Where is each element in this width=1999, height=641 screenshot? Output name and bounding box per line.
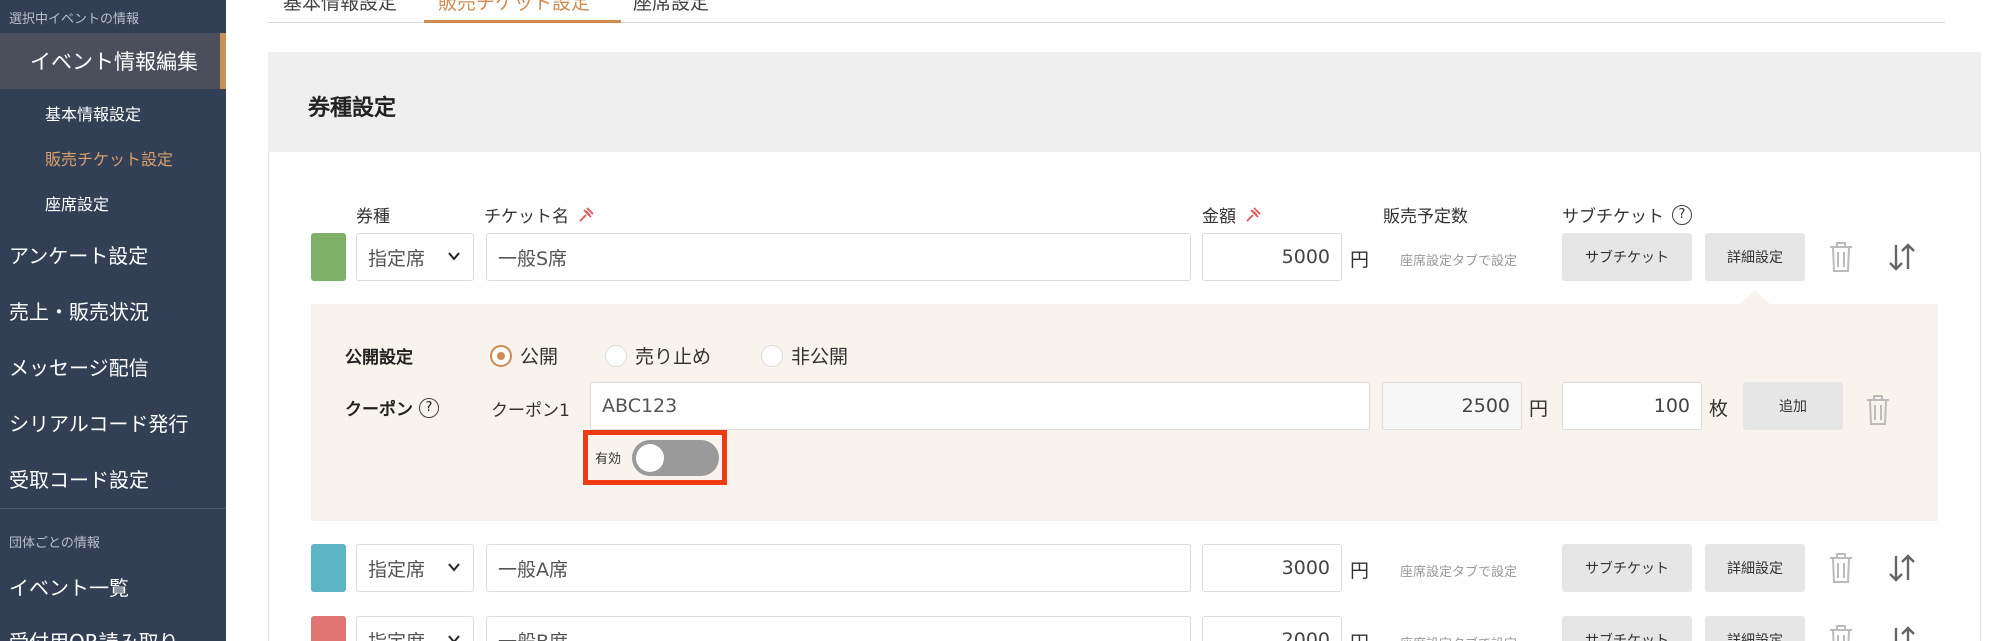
- sidebar-item-survey[interactable]: アンケート設定: [9, 240, 148, 269]
- row-color-swatch[interactable]: [311, 616, 346, 641]
- ticket-name-input[interactable]: 一般B席: [486, 616, 1191, 641]
- planned-hint: 座席設定タブで設定: [1400, 633, 1517, 641]
- ticket-type-select[interactable]: 指定席: [356, 544, 474, 592]
- coupon-count-unit: 枚: [1709, 398, 1729, 420]
- column-price: 金額: [1202, 202, 1262, 227]
- coupon-price-input[interactable]: 2500: [1382, 382, 1522, 430]
- chevron-down-icon: [448, 563, 460, 572]
- ticket-type-select[interactable]: 指定席: [356, 233, 474, 281]
- sidebar-item-message[interactable]: メッセージ配信: [9, 352, 149, 381]
- detail-settings-button[interactable]: 詳細設定: [1705, 233, 1805, 281]
- detail-caret: [1740, 290, 1770, 304]
- sidebar-item-receive-code[interactable]: 受取コード設定: [9, 464, 149, 493]
- detail-settings-button[interactable]: 詳細設定: [1705, 616, 1805, 641]
- trash-icon[interactable]: [1862, 392, 1894, 428]
- row-color-swatch[interactable]: [311, 233, 346, 281]
- detail-settings-button[interactable]: 詳細設定: [1705, 544, 1805, 592]
- radio-stop-sale[interactable]: 売り止め: [605, 342, 711, 369]
- sub-ticket-button[interactable]: サブチケット: [1562, 544, 1692, 592]
- radio-public[interactable]: 公開: [490, 342, 558, 369]
- column-sub: サブチケット ?: [1562, 202, 1692, 227]
- price-unit: 円: [1350, 249, 1370, 271]
- required-pin-icon: [1246, 206, 1261, 222]
- panel-header: [268, 52, 1981, 152]
- sidebar-subitem-ticket[interactable]: 販売チケット設定: [45, 146, 173, 170]
- coupon-count-input[interactable]: 100: [1562, 382, 1702, 430]
- tab-basic[interactable]: 基本情報設定: [283, 0, 397, 15]
- coupon-code-input[interactable]: ABC123: [590, 382, 1370, 430]
- price-input[interactable]: 3000: [1202, 544, 1342, 592]
- sidebar-item-qr[interactable]: 受付用QR読み取り: [9, 626, 179, 641]
- help-icon[interactable]: ?: [1672, 204, 1692, 225]
- tab-ticket[interactable]: 販売チケット設定: [438, 0, 590, 15]
- sidebar-item-sales[interactable]: 売上・販売状況: [9, 296, 149, 325]
- chevron-down-icon: [448, 252, 460, 261]
- ticket-name-input[interactable]: 一般A席: [486, 544, 1191, 592]
- sub-ticket-button[interactable]: サブチケット: [1562, 233, 1692, 281]
- required-pin-icon: [579, 206, 594, 222]
- coupon-name: クーポン1: [491, 401, 570, 421]
- sidebar: 選択中イベントの情報 イベント情報編集 基本情報設定 販売チケット設定 座席設定…: [0, 0, 226, 641]
- coupon-valid-highlight: 有効: [583, 430, 727, 485]
- sidebar-subitem-basic[interactable]: 基本情報設定: [45, 101, 141, 125]
- sidebar-item-event-list[interactable]: イベント一覧: [9, 572, 129, 601]
- row-color-swatch[interactable]: [311, 544, 346, 592]
- planned-hint: 座席設定タブで設定: [1400, 565, 1518, 580]
- price-unit: 円: [1350, 628, 1369, 641]
- sidebar-subitem-seat[interactable]: 座席設定: [45, 191, 109, 215]
- chevron-down-icon: [448, 635, 460, 641]
- column-name: チケット名: [484, 202, 595, 227]
- radio-dot: [761, 344, 783, 367]
- price-unit: 円: [1350, 560, 1370, 582]
- sidebar-item-event-edit[interactable]: イベント情報編集: [0, 33, 226, 89]
- panel-title: 券種設定: [308, 96, 397, 121]
- column-type: 券種: [356, 207, 390, 227]
- price-input[interactable]: 2000: [1202, 616, 1342, 641]
- ticket-type-select[interactable]: 指定席: [356, 616, 474, 641]
- radio-dot-selected: [490, 344, 512, 367]
- help-icon[interactable]: ?: [419, 397, 439, 418]
- column-planned: 販売予定数: [1383, 207, 1468, 227]
- sort-arrows-icon[interactable]: [1886, 239, 1918, 275]
- ticket-name-input[interactable]: 一般S席: [486, 233, 1191, 281]
- visibility-label: 公開設定: [345, 348, 413, 368]
- add-coupon-button[interactable]: 追加: [1743, 382, 1843, 430]
- sort-arrows-icon[interactable]: [1886, 550, 1918, 586]
- coupon-price-unit: 円: [1529, 398, 1549, 420]
- valid-label: 有効: [595, 452, 622, 467]
- sub-ticket-button[interactable]: サブチケット: [1562, 616, 1692, 641]
- trash-icon[interactable]: [1825, 622, 1857, 641]
- planned-hint: 座席設定タブで設定: [1400, 254, 1518, 269]
- radio-private[interactable]: 非公開: [761, 342, 848, 369]
- sidebar-divider: [0, 508, 226, 509]
- active-tab-indicator: [424, 20, 621, 23]
- toggle-knob: [636, 444, 664, 472]
- valid-toggle[interactable]: [632, 440, 719, 476]
- price-input[interactable]: 5000: [1202, 233, 1342, 281]
- sidebar-section-selected-event: 選択中イベントの情報: [9, 12, 140, 27]
- radio-dot: [605, 344, 627, 367]
- sidebar-item-serial[interactable]: シリアルコード発行: [9, 408, 188, 437]
- sort-arrows-icon[interactable]: [1886, 622, 1918, 641]
- sidebar-section-group: 団体ごとの情報: [9, 536, 100, 551]
- trash-icon[interactable]: [1825, 239, 1857, 275]
- coupon-label: クーポン ?: [345, 395, 439, 420]
- tab-seat[interactable]: 座席設定: [633, 0, 709, 15]
- trash-icon[interactable]: [1825, 550, 1857, 586]
